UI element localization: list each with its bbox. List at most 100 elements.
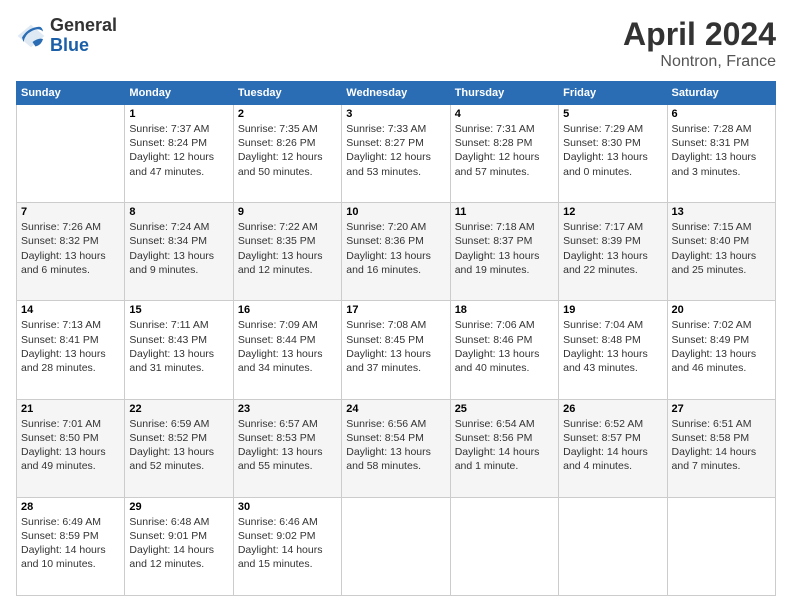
day-number: 21: [21, 403, 120, 415]
cell-week1-day3: 3Sunrise: 7:33 AMSunset: 8:27 PMDaylight…: [342, 105, 450, 203]
daylight: Daylight: 13 hours and 31 minutes.: [129, 348, 214, 374]
sunset: Sunset: 8:34 PM: [129, 235, 207, 247]
sunrise: Sunrise: 7:17 AM: [563, 221, 643, 233]
day-number: 25: [455, 403, 554, 415]
daylight: Daylight: 13 hours and 46 minutes.: [672, 348, 757, 374]
cell-week2-day0: 7Sunrise: 7:26 AMSunset: 8:32 PMDaylight…: [17, 203, 125, 301]
cell-week1-day2: 2 Sunrise: 7:35 AMSunset: 8:26 PMDaylight…: [233, 105, 341, 203]
sunset: Sunset: 8:28 PM: [455, 137, 533, 149]
sunset: Sunset: 8:32 PM: [21, 235, 99, 247]
daylight: Daylight: 13 hours and 28 minutes.: [21, 348, 106, 374]
day-number: 20: [672, 304, 771, 316]
cell-week3-day6: 20Sunrise: 7:02 AMSunset: 8:49 PMDayligh…: [667, 301, 775, 399]
day-info: Sunrise: 6:51 AMSunset: 8:58 PMDaylight:…: [672, 417, 771, 474]
daylight: Daylight: 13 hours and 55 minutes.: [238, 446, 323, 472]
logo: General Blue: [16, 16, 117, 56]
sunset: Sunset: 8:56 PM: [455, 432, 533, 444]
day-info: Sunrise: 7:13 AMSunset: 8:41 PMDaylight:…: [21, 318, 120, 375]
day-info: Sunrise: 7:28 AMSunset: 8:31 PMDaylight:…: [672, 122, 771, 179]
header-row: Sunday Monday Tuesday Wednesday Thursday…: [17, 82, 776, 105]
cell-week5-day4: [450, 497, 558, 595]
sunrise: Sunrise: 7:04 AM: [563, 319, 643, 331]
header-friday: Friday: [559, 82, 667, 105]
day-number: 29: [129, 501, 228, 513]
sunset: Sunset: 8:26 PM: [238, 137, 316, 149]
sunrise: Sunrise: 7:15 AM: [672, 221, 752, 233]
day-info: Sunrise: 7:31 AMSunset: 8:28 PMDaylight:…: [455, 122, 554, 179]
cell-week1-day1: 1Sunrise: 7:37 AMSunset: 8:24 PMDaylight…: [125, 105, 233, 203]
sunset: Sunset: 8:36 PM: [346, 235, 424, 247]
day-info: Sunrise: 7:37 AMSunset: 8:24 PMDaylight:…: [129, 122, 228, 179]
day-info: Sunrise: 7:11 AMSunset: 8:43 PMDaylight:…: [129, 318, 228, 375]
sunset: Sunset: 8:48 PM: [563, 334, 641, 346]
sunrise: Sunrise: 7:13 AM: [21, 319, 101, 331]
header-sunday: Sunday: [17, 82, 125, 105]
sunset: Sunset: 8:58 PM: [672, 432, 750, 444]
day-info: Sunrise: 7:35 AMSunset: 8:26 PMDaylight:…: [238, 122, 337, 179]
daylight: Daylight: 14 hours and 12 minutes.: [129, 544, 214, 570]
sunrise: Sunrise: 7:33 AM: [346, 123, 426, 135]
daylight: Daylight: 13 hours and 43 minutes.: [563, 348, 648, 374]
day-number: 7: [21, 206, 120, 218]
sunrise: Sunrise: 7:11 AM: [129, 319, 208, 331]
sunrise: Sunrise: 6:57 AM: [238, 418, 318, 430]
cell-week4-day0: 21Sunrise: 7:01 AMSunset: 8:50 PMDayligh…: [17, 399, 125, 497]
title-block: April 2024 Nontron, France: [623, 16, 776, 71]
daylight: Daylight: 12 hours and 47 minutes.: [129, 151, 214, 177]
cell-week4-day4: 25 Sunrise: 6:54 AM Sunset: 8:56 PM Dayligh…: [450, 399, 558, 497]
cell-week2-day1: 8Sunrise: 7:24 AMSunset: 8:34 PMDaylight…: [125, 203, 233, 301]
cell-week2-day6: 13Sunrise: 7:15 AMSunset: 8:40 PMDayligh…: [667, 203, 775, 301]
sunset: Sunset: 8:49 PM: [672, 334, 750, 346]
day-info: Sunrise: 7:08 AMSunset: 8:45 PMDaylight:…: [346, 318, 445, 375]
daylight: Daylight: 13 hours and 49 minutes.: [21, 446, 106, 472]
daylight: Daylight: 14 hours and 1 minute.: [455, 446, 540, 472]
day-info: Sunrise: 7:26 AMSunset: 8:32 PMDaylight:…: [21, 220, 120, 277]
sunset: Sunset: 8:53 PM: [238, 432, 316, 444]
daylight: Daylight: 12 hours and 53 minutes.: [346, 151, 431, 177]
day-info: Sunrise: 7:18 AMSunset: 8:37 PMDaylight:…: [455, 220, 554, 277]
logo-text: General Blue: [50, 16, 117, 56]
sunrise: Sunrise: 6:54 AM: [455, 418, 535, 430]
cell-week4-day3: 24Sunrise: 6:56 AMSunset: 8:54 PMDayligh…: [342, 399, 450, 497]
sunrise: Sunrise: 7:29 AM: [563, 123, 643, 135]
sunset: Sunset: 8:46 PM: [455, 334, 533, 346]
day-info: Sunrise: 6:49 AMSunset: 8:59 PMDaylight:…: [21, 515, 120, 572]
cell-week5-day0: 28 Sunrise: 6:49 AMSunset: 8:59 PMDayligh…: [17, 497, 125, 595]
sunrise: Sunrise: 7:18 AM: [455, 221, 535, 233]
cell-week4-day1: 22Sunrise: 6:59 AMSunset: 8:52 PMDayligh…: [125, 399, 233, 497]
cell-week4-day2: 23Sunrise: 6:57 AMSunset: 8:53 PMDayligh…: [233, 399, 341, 497]
sunrise: Sunrise: 7:20 AM: [346, 221, 426, 233]
sunset: Sunset: 8:37 PM: [455, 235, 533, 247]
day-info: Sunrise: 6:56 AMSunset: 8:54 PMDaylight:…: [346, 417, 445, 474]
day-number: 14: [21, 304, 120, 316]
sunset: Sunset: 8:44 PM: [238, 334, 316, 346]
day-info: Sunrise: 7:06 AMSunset: 8:46 PMDaylight:…: [455, 318, 554, 375]
header-monday: Monday: [125, 82, 233, 105]
day-number: 22: [129, 403, 228, 415]
day-number: 28: [21, 501, 120, 513]
daylight: Daylight: 13 hours and 16 minutes.: [346, 250, 431, 276]
sunrise: Sunrise: 7:09 AM: [238, 319, 318, 331]
day-info: Sunrise: 7:33 AM Sunset: 8:27 PM Daylight:…: [346, 122, 445, 179]
sunrise: Sunrise: 7:26 AM: [21, 221, 101, 233]
day-number: 2: [238, 108, 337, 120]
sunset: Sunset: 8:52 PM: [129, 432, 207, 444]
daylight: Daylight: 14 hours and 15 minutes.: [238, 544, 323, 570]
location: Nontron, France: [623, 53, 776, 71]
day-number: 11: [455, 206, 554, 218]
week-row-4: 21Sunrise: 7:01 AMSunset: 8:50 PMDayligh…: [17, 399, 776, 497]
sunrise: Sunrise: 7:22 AM: [238, 221, 318, 233]
day-info: Sunrise: 6:48 AMSunset: 9:01 PMDaylight:…: [129, 515, 228, 572]
sunrise: Sunrise: 6:46 AM: [238, 516, 318, 528]
sunset: Sunset: 8:57 PM: [563, 432, 641, 444]
sunrise: Sunrise: 6:49 AM: [21, 516, 101, 528]
cell-week1-day0: [17, 105, 125, 203]
cell-week5-day1: 29 Sunrise: 6:48 AMSunset: 9:01 PMDayligh…: [125, 497, 233, 595]
header-thursday: Thursday: [450, 82, 558, 105]
sunrise: Sunrise: 7:06 AM: [455, 319, 535, 331]
cell-week2-day2: 9Sunrise: 7:22 AMSunset: 8:35 PMDaylight…: [233, 203, 341, 301]
sunset: Sunset: 8:27 PM: [346, 137, 424, 149]
day-info: Sunrise: 7:20 AM Sunset: 8:36 PM Daylight:…: [346, 220, 445, 277]
daylight: Daylight: 13 hours and 22 minutes.: [563, 250, 648, 276]
cell-week3-day1: 15Sunrise: 7:11 AMSunset: 8:43 PMDayligh…: [125, 301, 233, 399]
